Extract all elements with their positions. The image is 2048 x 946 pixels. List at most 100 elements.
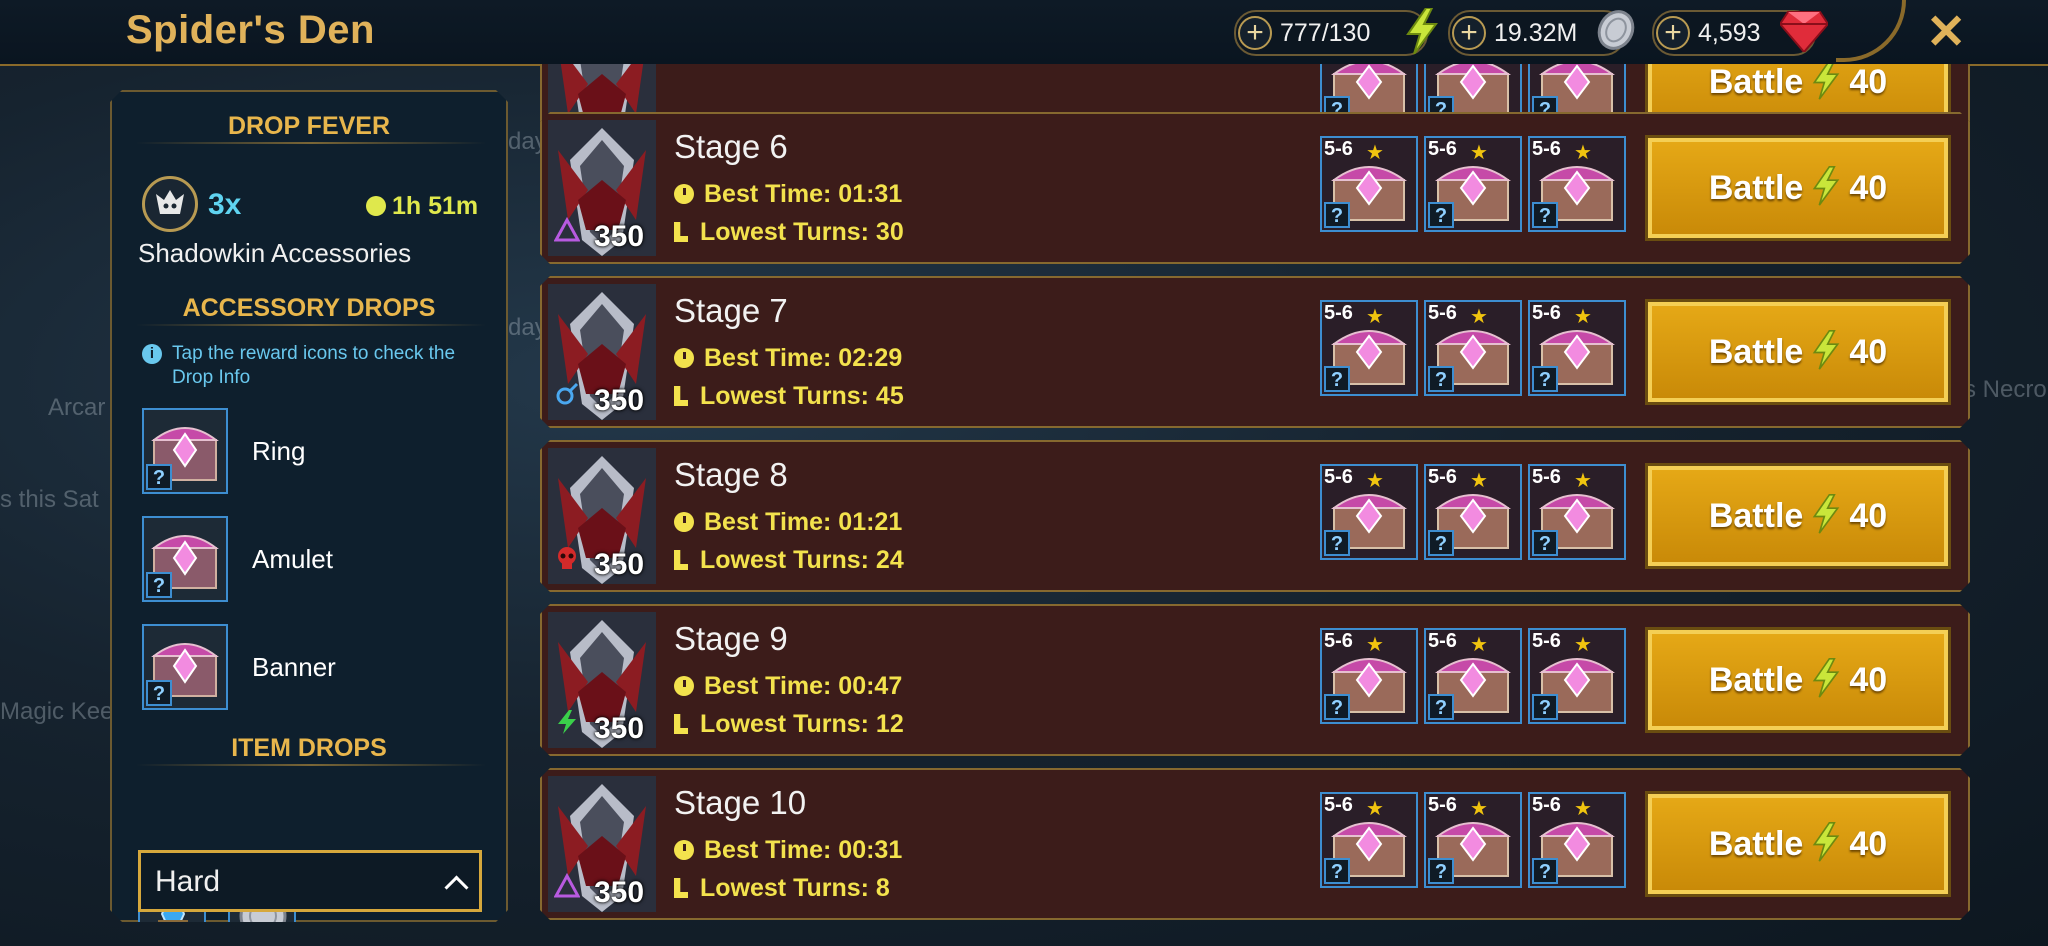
- background-text: Arcar: [48, 394, 106, 421]
- battle-cost: 40: [1849, 168, 1888, 207]
- reward-chest[interactable]: 5-6 ★?: [1528, 628, 1626, 724]
- difficulty-dropdown[interactable]: Hard: [138, 850, 482, 912]
- accessory-drop-banner[interactable]: ? Banner: [142, 624, 482, 712]
- battle-button[interactable]: Battle 40: [1648, 466, 1948, 566]
- stage-list[interactable]: 350 Lowest Turns: 14 5-6★?5-6★?5-6★? Bat…: [540, 64, 1970, 946]
- best-time: Best Time: 01:31: [674, 180, 902, 209]
- background-text: Magic Kee: [0, 698, 114, 725]
- lowest-turns: Lowest Turns: 30: [674, 218, 904, 247]
- boss-portrait: 350: [548, 612, 656, 748]
- star-icon: ★: [1366, 306, 1384, 328]
- accessory-chest-icon[interactable]: ?: [142, 516, 228, 602]
- reward-chest[interactable]: 5-6 ★?: [1528, 792, 1626, 888]
- drop-fever-timer: 1h 51m: [366, 192, 478, 221]
- spirit-affinity-icon: [554, 545, 580, 576]
- best-time: Best Time: 00:47: [674, 672, 902, 701]
- best-time-text: Best Time: 01:31: [704, 180, 903, 208]
- stage-power: 350: [594, 384, 645, 417]
- stage-row[interactable]: 350 Stage 10 Best Time: 00:31 Lowest Tur…: [540, 768, 1970, 920]
- drop-info-text: Tap the reward icons to check the Drop I…: [172, 343, 456, 388]
- energy-resource[interactable]: + 777/130: [1234, 7, 1438, 56]
- close-button[interactable]: ✕: [1926, 4, 1966, 60]
- silver-resource[interactable]: + 19.32M: [1448, 10, 1635, 56]
- reward-chest[interactable]: 5-6 ★?: [1320, 300, 1418, 396]
- drop-info-badge: ?: [1428, 530, 1454, 556]
- energy-icon: [1811, 64, 1841, 107]
- drop-rank-range: 5-6: [1324, 794, 1353, 816]
- page-title: Spider's Den: [126, 8, 375, 52]
- battle-label: Battle: [1708, 332, 1804, 371]
- battle-button[interactable]: Battle 40: [1648, 630, 1948, 730]
- divider: [136, 764, 486, 766]
- star-icon: ★: [1574, 306, 1592, 328]
- boss-portrait: 350: [548, 284, 656, 420]
- lowest-turns: Lowest Turns: 45: [674, 382, 904, 411]
- reward-chest[interactable]: 5-6 ★?: [1528, 464, 1626, 560]
- divider: [136, 142, 486, 144]
- star-icon: ★: [1366, 634, 1384, 656]
- reward-chest[interactable]: 5-6 ★?: [1320, 628, 1418, 724]
- gem-resource[interactable]: + 4,593: [1652, 10, 1830, 56]
- lowest-turns: Lowest Turns: 12: [674, 710, 904, 739]
- reward-chest[interactable]: 5-6 ★?: [1528, 300, 1626, 396]
- drop-rank-range: 5-6: [1324, 302, 1353, 324]
- stage-name: Stage 8: [674, 456, 788, 493]
- reward-chest[interactable]: 5-6 ★?: [1320, 792, 1418, 888]
- accessory-drop-ring[interactable]: ? Ring: [142, 408, 482, 496]
- stage-power: 350: [594, 220, 645, 253]
- best-time: Best Time: 01:21: [674, 508, 902, 537]
- info-icon: i: [142, 344, 162, 364]
- reward-chest[interactable]: 5-6 ★?: [1424, 792, 1522, 888]
- add-gems-button[interactable]: +: [1656, 16, 1690, 50]
- drop-info-badge: ?: [146, 680, 172, 706]
- star-icon: ★: [1574, 142, 1592, 164]
- reward-chest[interactable]: 5-6 ★?: [1528, 136, 1626, 232]
- accessory-chest-icon[interactable]: ?: [142, 408, 228, 494]
- timer-value: 1h 51m: [392, 192, 479, 220]
- battle-button[interactable]: Battle 40: [1648, 138, 1948, 238]
- stage-row[interactable]: 350 Stage 6 Best Time: 01:31 Lowest Turn…: [540, 112, 1970, 264]
- drop-info-panel: DROP FEVER 3x 1h 51m Shadowkin Accessori…: [110, 90, 508, 922]
- energy-icon: [1404, 7, 1440, 59]
- reward-chest[interactable]: 5-6 ★?: [1424, 628, 1522, 724]
- battle-label: Battle: [1708, 64, 1804, 101]
- best-time-text: Best Time: 00:31: [704, 836, 903, 864]
- battle-button[interactable]: Battle 40: [1648, 794, 1948, 894]
- energy-icon: [1811, 328, 1841, 377]
- drop-rank-range: 5-6: [1324, 138, 1353, 160]
- star-icon: ★: [1366, 798, 1384, 820]
- accessory-chest-icon[interactable]: ?: [142, 624, 228, 710]
- boss-portrait: 350: [548, 448, 656, 584]
- drop-fever-badge[interactable]: [142, 176, 198, 232]
- accessory-label: Amulet: [252, 544, 333, 574]
- reward-chest[interactable]: 5-6 ★?: [1320, 464, 1418, 560]
- reward-chest[interactable]: 5-6 ★?: [1424, 136, 1522, 232]
- accessory-drop-amulet[interactable]: ? Amulet: [142, 516, 482, 604]
- boss-portrait: 350: [548, 776, 656, 912]
- stage-row[interactable]: 350 Stage 8 Best Time: 01:21 Lowest Turn…: [540, 440, 1970, 592]
- add-energy-button[interactable]: +: [1238, 16, 1272, 50]
- boss-portrait: 350: [548, 120, 656, 256]
- battle-cost: 40: [1849, 660, 1888, 699]
- lowest-turns-text: Lowest Turns: 45: [700, 382, 904, 410]
- accessory-label: Banner: [252, 652, 336, 682]
- best-time: Best Time: 02:29: [674, 344, 902, 373]
- background-text: s this Sat: [0, 486, 99, 513]
- stage-row[interactable]: 350 Stage 7 Best Time: 02:29 Lowest Turn…: [540, 276, 1970, 428]
- battle-button[interactable]: Battle 40: [1648, 302, 1948, 402]
- difficulty-selected: Hard: [155, 865, 221, 898]
- silver-icon: [1594, 8, 1638, 57]
- drop-info-badge: ?: [1532, 694, 1558, 720]
- drop-info-badge: ?: [1532, 858, 1558, 884]
- clock-icon: [366, 196, 386, 216]
- drop-info-badge: ?: [1324, 530, 1350, 556]
- reward-chest[interactable]: 5-6 ★?: [1424, 300, 1522, 396]
- reward-chest[interactable]: 5-6 ★?: [1320, 136, 1418, 232]
- best-time-text: Best Time: 01:21: [704, 508, 903, 536]
- clock-icon: [674, 184, 694, 204]
- reward-chest[interactable]: 5-6 ★?: [1424, 464, 1522, 560]
- stage-row[interactable]: 350 Stage 9 Best Time: 00:47 Lowest Turn…: [540, 604, 1970, 756]
- add-silver-button[interactable]: +: [1452, 16, 1486, 50]
- energy-icon: [1811, 820, 1841, 869]
- force-affinity-icon: [554, 709, 580, 740]
